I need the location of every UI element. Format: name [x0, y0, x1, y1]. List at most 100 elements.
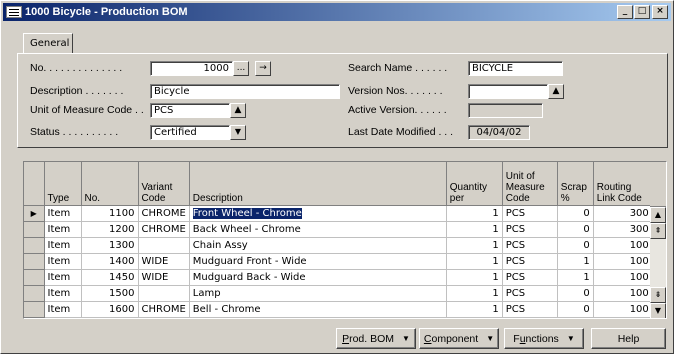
cell-routing-link-code[interactable]: 300 — [593, 205, 653, 222]
uom-field[interactable]: PCS — [150, 102, 230, 118]
cell-no[interactable]: 1600 — [81, 301, 139, 318]
cell-uom-code[interactable]: PCS — [502, 221, 558, 238]
cell-type[interactable]: Item — [44, 253, 82, 270]
component-button[interactable]: Component ▼ — [419, 328, 499, 349]
cell-description[interactable]: Back Wheel - Chrome — [189, 221, 447, 238]
table-row[interactable]: Item 1200 CHROME Back Wheel - Chrome 1 PCS 0 30… — [24, 221, 653, 238]
cell-quantity-per[interactable]: 1 — [446, 285, 503, 302]
status-field[interactable]: Certified — [150, 124, 230, 140]
table-row[interactable]: ▶ Item 1100 CHROME Front Wheel - Chrome 1 PCS 0… — [24, 205, 653, 222]
row-selector[interactable] — [24, 237, 45, 254]
cell-variant-code[interactable] — [138, 237, 190, 254]
cell-routing-link-code[interactable]: 100 — [593, 285, 653, 302]
row-selector[interactable] — [24, 253, 45, 270]
no-nav-button[interactable]: → — [255, 60, 271, 76]
minimize-button[interactable]: _ — [617, 5, 633, 19]
cell-scrap[interactable]: 1 — [557, 253, 594, 270]
table-row[interactable]: Item 1400 WIDE Mudguard Front - Wide 1 PCS 1 10… — [24, 253, 653, 270]
cell-variant-code[interactable] — [138, 285, 190, 302]
scroll-down-button[interactable]: ▼ — [650, 303, 666, 318]
uom-lookup-button[interactable]: ▲ — [230, 102, 246, 118]
no-assist-button[interactable]: ... — [233, 60, 249, 76]
cell-description[interactable]: Mudguard Back - Wide — [189, 269, 447, 286]
header-quantity-per[interactable]: Quantity per — [446, 162, 503, 206]
no-field[interactable]: 1000 — [150, 60, 233, 76]
cell-uom-code[interactable]: PCS — [502, 253, 558, 270]
cell-type[interactable]: Item — [44, 269, 82, 286]
header-routing-link-code[interactable]: Routing Link Code — [593, 162, 653, 206]
status-dropdown-button[interactable]: ▼ — [230, 124, 246, 140]
table-row[interactable]: Item 1450 WIDE Mudguard Back - Wide 1 PCS 1 100 — [24, 269, 653, 286]
cell-type[interactable]: Item — [44, 301, 82, 318]
cell-no[interactable]: 1450 — [81, 269, 139, 286]
cell-scrap[interactable]: 0 — [557, 301, 594, 318]
cell-variant-code[interactable]: CHROME — [138, 221, 190, 238]
cell-quantity-per[interactable]: 1 — [446, 253, 503, 270]
table-row[interactable]: Item 1500 Lamp 1 PCS 0 100 — [24, 285, 653, 302]
cell-no[interactable]: 1300 — [81, 237, 139, 254]
cell-quantity-per[interactable]: 1 — [446, 205, 503, 222]
cell-uom-code[interactable]: PCS — [502, 237, 558, 254]
header-type[interactable]: Type — [44, 162, 82, 206]
cell-type[interactable]: Item — [44, 221, 82, 238]
version-nos-lookup-button[interactable]: ▲ — [548, 83, 564, 99]
row-selector[interactable] — [24, 285, 45, 302]
cell-uom-code[interactable]: PCS — [502, 301, 558, 318]
close-button[interactable]: × — [652, 5, 668, 19]
header-uom-code[interactable]: Unit of Measure Code — [502, 162, 558, 206]
cell-quantity-per[interactable]: 1 — [446, 221, 503, 238]
cell-routing-link-code[interactable]: 300 — [593, 221, 653, 238]
scroll-page-down-button[interactable]: ⇟ — [650, 287, 666, 303]
cell-uom-code[interactable]: PCS — [502, 269, 558, 286]
header-description[interactable]: Description — [189, 162, 447, 206]
search-name-field[interactable]: BICYCLE — [468, 60, 563, 76]
row-selector[interactable]: ▶ — [24, 205, 45, 222]
cell-type[interactable]: Item — [44, 285, 82, 302]
cell-scrap[interactable]: 1 — [557, 269, 594, 286]
cell-scrap[interactable]: 0 — [557, 285, 594, 302]
cell-scrap[interactable]: 0 — [557, 237, 594, 254]
cell-no[interactable]: 1400 — [81, 253, 139, 270]
tab-general[interactable]: General — [23, 33, 73, 53]
cell-uom-code[interactable]: PCS — [502, 285, 558, 302]
cell-routing-link-code[interactable]: 100 — [593, 301, 653, 318]
cell-routing-link-code[interactable]: 100 — [593, 269, 653, 286]
cell-routing-link-code[interactable]: 100 — [593, 237, 653, 254]
cell-description[interactable]: Front Wheel - Chrome — [189, 205, 447, 222]
maximize-button[interactable]: □ — [634, 5, 650, 19]
description-field[interactable]: Bicycle — [150, 83, 340, 99]
cell-quantity-per[interactable]: 1 — [446, 301, 503, 318]
cell-scrap[interactable]: 0 — [557, 205, 594, 222]
cell-description[interactable]: Lamp — [189, 285, 447, 302]
cell-no[interactable]: 1200 — [81, 221, 139, 238]
cell-scrap[interactable]: 0 — [557, 221, 594, 238]
cell-type[interactable]: Item — [44, 237, 82, 254]
cell-variant-code[interactable]: WIDE — [138, 253, 190, 270]
prod-bom-button[interactable]: Prod. BOM ▼ — [336, 328, 416, 349]
table-row[interactable]: Item 1600 CHROME Bell - Chrome 1 PCS 0 100 — [24, 301, 653, 318]
cell-no[interactable]: 1100 — [81, 205, 139, 222]
table-row[interactable]: Item 1300 Chain Assy 1 PCS 0 100 — [24, 237, 653, 254]
version-nos-field[interactable] — [468, 83, 548, 99]
cell-type[interactable]: Item — [44, 205, 82, 222]
help-button[interactable]: Help — [591, 328, 666, 349]
cell-variant-code[interactable]: CHROME — [138, 301, 190, 318]
functions-button[interactable]: Functions ▼ — [504, 328, 584, 349]
cell-no[interactable]: 1500 — [81, 285, 139, 302]
cell-quantity-per[interactable]: 1 — [446, 269, 503, 286]
cell-description[interactable]: Mudguard Front - Wide — [189, 253, 447, 270]
cell-uom-code[interactable]: PCS — [502, 205, 558, 222]
scroll-page-up-button[interactable]: ⇞ — [650, 223, 666, 239]
cell-description[interactable]: Chain Assy — [189, 237, 447, 254]
row-selector[interactable] — [24, 269, 45, 286]
cell-routing-link-code[interactable]: 100 — [593, 253, 653, 270]
header-scrap[interactable]: Scrap % — [557, 162, 594, 206]
cell-variant-code[interactable]: CHROME — [138, 205, 190, 222]
bom-lines-grid[interactable]: Type No. Variant Code Description Quanti… — [23, 161, 667, 319]
cell-description[interactable]: Bell - Chrome — [189, 301, 447, 318]
cell-variant-code[interactable]: WIDE — [138, 269, 190, 286]
title-bar[interactable]: 1000 Bicycle - Production BOM _ □ × — [3, 3, 671, 21]
row-selector[interactable] — [24, 221, 45, 238]
vertical-scrollbar[interactable]: ▲ ⇞ ⇟ ▼ — [650, 207, 666, 318]
scroll-up-button[interactable]: ▲ — [650, 207, 666, 223]
